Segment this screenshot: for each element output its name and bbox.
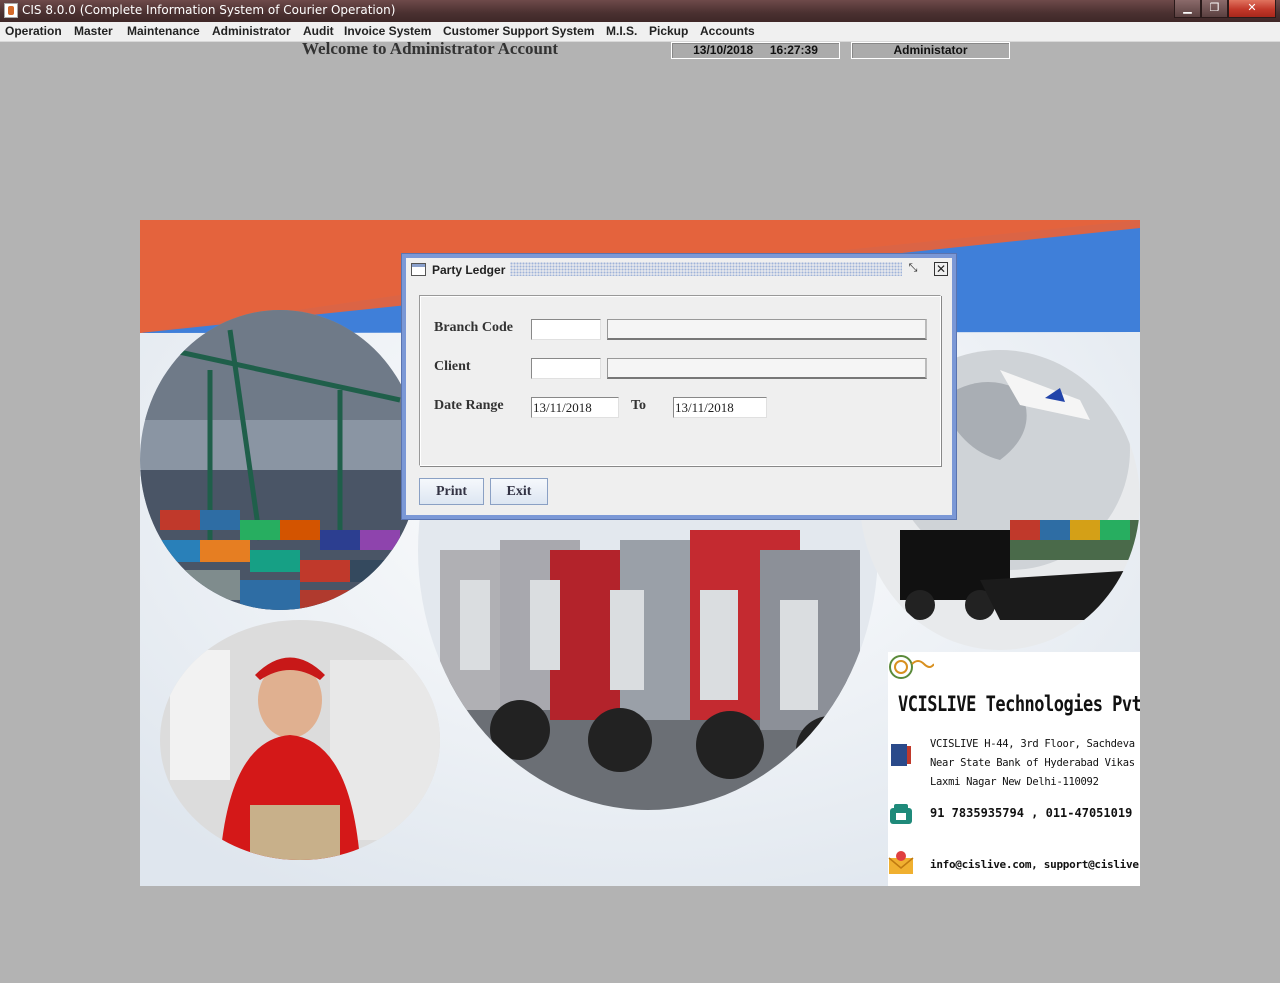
dialog-title: Party Ledger — [432, 263, 506, 277]
company-phone: 91 7835935794 , 011-47051019 — [930, 806, 1133, 820]
menu-pickup[interactable]: Pickup — [649, 24, 688, 38]
menu-mis[interactable]: M.I.S. — [606, 24, 637, 38]
menu-operation[interactable]: Operation — [5, 24, 62, 38]
current-user: Administator — [893, 43, 968, 57]
party-ledger-dialog: Party Ledger ⤡ ✕ Branch Code Client Date… — [401, 253, 957, 520]
company-email: info@cislive.com, support@cislive.com — [930, 858, 1140, 871]
date-range-label: Date Range — [434, 398, 504, 413]
menu-administrator[interactable]: Administrator — [212, 24, 291, 38]
dialog-content: Party Ledger ⤡ ✕ Branch Code Client Date… — [406, 258, 952, 515]
cislive-logo-icon — [889, 655, 934, 679]
to-label: To — [631, 398, 647, 413]
title-pattern — [510, 262, 902, 276]
branch-name-field[interactable] — [607, 319, 927, 340]
contact-card: VCISLIVE Technologies Pvt Ltd VCISLIVE H… — [888, 652, 1140, 886]
menu-customer-support-system[interactable]: Customer Support System — [443, 24, 594, 38]
branch-code-input[interactable] — [531, 319, 601, 340]
current-time: 16:27:39 — [769, 43, 818, 57]
address-line: Near State Bank of Hyderabad Vikas Marg, — [930, 757, 1140, 769]
company-address: VCISLIVE H-44, 3rd Floor, Sachdeva Niwas… — [930, 735, 1140, 792]
email-icon — [888, 851, 914, 874]
user-box: Administator — [851, 42, 1010, 59]
client-code-input[interactable] — [531, 358, 601, 379]
menu-audit[interactable]: Audit — [303, 24, 334, 38]
date-from-input[interactable] — [531, 397, 619, 418]
welcome-heading: Welcome to Administrator Account — [302, 39, 559, 58]
address-line: Laxmi Nagar New Delhi-110092 — [930, 776, 1099, 788]
close-button[interactable]: ✕ — [1228, 0, 1276, 18]
client-name-field[interactable] — [607, 358, 927, 379]
form-panel: Branch Code Client Date Range To — [419, 295, 941, 466]
branch-code-label: Branch Code — [434, 320, 513, 335]
current-date: 13/10/2018 — [693, 43, 754, 57]
menu-accounts[interactable]: Accounts — [700, 24, 755, 38]
address-line: VCISLIVE H-44, 3rd Floor, Sachdeva Niwas — [930, 738, 1140, 750]
window-title: CIS 8.0.0 (Complete Information System o… — [22, 3, 396, 17]
company-name: VCISLIVE Technologies Pvt Ltd — [898, 692, 1140, 717]
menu-maintenance[interactable]: Maintenance — [127, 24, 200, 38]
exit-button[interactable]: Exit — [490, 478, 548, 505]
menu-bar: Operation Master Maintenance Administrat… — [0, 22, 1280, 42]
client-label: Client — [434, 359, 471, 374]
print-button[interactable]: Print — [419, 478, 484, 505]
minimize-button[interactable]: ▁ — [1174, 0, 1201, 18]
phone-icon — [890, 804, 912, 824]
maximize-button[interactable]: ❐ — [1201, 0, 1228, 18]
restore-icon[interactable]: ⤡ — [906, 262, 920, 276]
dialog-close-icon[interactable]: ✕ — [934, 262, 948, 276]
datetime-box: 13/10/2018 16:27:39 — [671, 42, 840, 59]
title-bar: CIS 8.0.0 (Complete Information System o… — [0, 0, 1280, 22]
date-to-input[interactable] — [673, 397, 767, 418]
menu-master[interactable]: Master — [74, 24, 113, 38]
menu-invoice-system[interactable]: Invoice System — [344, 24, 431, 38]
java-app-icon — [4, 3, 18, 18]
dialog-title-bar[interactable]: Party Ledger ⤡ ✕ — [406, 258, 952, 282]
window-icon — [411, 263, 426, 276]
address-book-icon — [891, 744, 911, 766]
